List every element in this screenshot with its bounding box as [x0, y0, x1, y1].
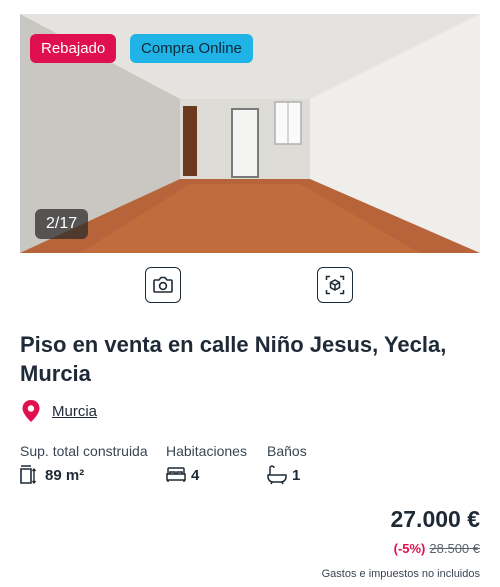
- feature-rooms: Habitaciones 4: [166, 443, 247, 485]
- location: Murcia: [20, 399, 97, 423]
- bathtub-icon: [267, 465, 287, 485]
- property-photo[interactable]: Rebajado Compra Online 2/17: [20, 14, 480, 253]
- old-price: 28.500 €: [429, 541, 480, 556]
- feature-label: Habitaciones: [166, 443, 247, 459]
- feature-label: Baños: [267, 443, 307, 459]
- bed-icon: [166, 467, 186, 482]
- compra-online-badge: Compra Online: [130, 34, 253, 63]
- feature-label: Sup. total construida: [20, 443, 148, 459]
- rebajado-badge: Rebajado: [30, 34, 117, 63]
- 3d-cube-icon: [325, 275, 345, 295]
- map-pin-icon: [22, 400, 40, 422]
- feature-value: 4: [191, 466, 200, 484]
- camera-icon: [153, 276, 173, 293]
- location-link[interactable]: Murcia: [52, 403, 97, 420]
- price: 27.000 €: [390, 506, 480, 532]
- area-icon: [20, 465, 37, 485]
- virtual-tour-button[interactable]: [317, 267, 353, 303]
- discount-percent: (-5%): [393, 541, 426, 556]
- feature-value: 1: [292, 466, 301, 484]
- photos-button[interactable]: [145, 267, 181, 303]
- old-price-line: (-5%) 28.500 €: [394, 541, 480, 556]
- photo-counter: 2/17: [35, 209, 89, 239]
- listing-title[interactable]: Piso en venta en calle Niño Jesus, Yecla…: [20, 330, 480, 388]
- feature-bathrooms: Baños 1: [267, 443, 307, 485]
- taxes-note: Gastos e impuestos no incluidos: [321, 568, 480, 580]
- feature-value: 89 m²: [45, 466, 85, 484]
- feature-surface: Sup. total construida 89 m²: [20, 443, 148, 485]
